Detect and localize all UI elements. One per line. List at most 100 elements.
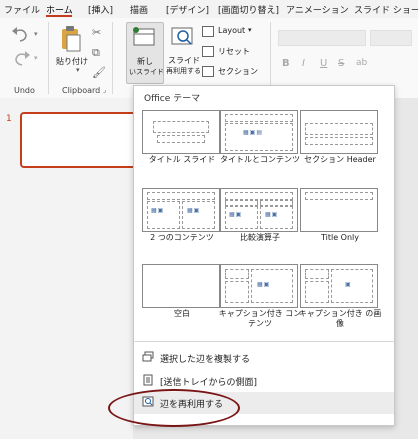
clipboard-group-label: Clipboard [62, 86, 101, 95]
layout-label: Layout [218, 26, 246, 35]
dialog-launcher-icon[interactable]: ⌟ [103, 86, 106, 94]
gallery-title: Office テーマ [144, 94, 201, 104]
group-separator [270, 22, 271, 94]
new-slide-gallery: Office テーマ タイトル スライド ▦▣▤ タイトルとコンテンツ セクショ… [133, 85, 395, 426]
duplicate-slides-icon [142, 351, 154, 362]
content-placeholder [225, 123, 293, 151]
undo-group-label: Undo [14, 86, 35, 95]
active-tab-indicator [46, 15, 72, 17]
new-slide-button[interactable]: 新し いスライド [126, 22, 164, 84]
title-placeholder [305, 269, 329, 279]
section-label: セクション [218, 67, 258, 76]
title-placeholder [225, 269, 249, 279]
layout-thumbnail: ▦▣ [220, 264, 298, 308]
text-placeholder [305, 281, 329, 303]
text-placeholder [305, 137, 373, 145]
strikethrough-button[interactable]: S [338, 58, 344, 69]
undo-icon [12, 27, 27, 42]
gallery-separator [134, 341, 394, 342]
layout-thumbnail: ▦▣ ▦▣ [220, 188, 298, 232]
ribbon-tabs: ファイル ホーム [挿入] 描画 [デザイン] [画面切り替え] アニメーション… [0, 0, 418, 18]
copy-icon[interactable]: ⧉ [92, 46, 100, 60]
reuse-slides-icon [171, 27, 193, 45]
group-separator [112, 22, 113, 94]
paste-label: 貼り付け [56, 57, 88, 66]
section-icon [202, 66, 214, 77]
font-name-dropdown[interactable] [278, 30, 366, 46]
outline-document-icon [143, 374, 153, 386]
redo-icon [15, 51, 30, 66]
menu-item-label: 選択した辺を複製する [160, 355, 251, 365]
content-icons: ▦▣ [257, 281, 271, 288]
content-icons: ▦▣ [229, 211, 243, 218]
new-slide-label: 新し [137, 57, 153, 66]
layout-label: Title Only [320, 233, 359, 242]
reuse-slides-button[interactable]: スライド 再利用する [166, 22, 201, 82]
layout-thumbnail [300, 110, 378, 154]
picture-icon: ▣ [345, 281, 352, 288]
reset-icon [202, 46, 214, 57]
tab-animations[interactable]: アニメーション [286, 3, 349, 16]
reuse-slides-label: スライド [168, 56, 200, 65]
layout-thumbnail: ▣ [300, 264, 378, 308]
redo-button[interactable] [10, 50, 32, 68]
tab-insert[interactable]: [挿入] [88, 3, 113, 16]
paste-icon [62, 26, 81, 52]
layout-button[interactable]: Layout ▾ [202, 26, 262, 40]
tab-draw[interactable]: 描画 [130, 3, 148, 16]
font-size-dropdown[interactable] [370, 30, 412, 46]
character-spacing-button[interactable]: ab [356, 58, 367, 68]
chevron-down-icon[interactable]: ▾ [34, 30, 38, 38]
highlight-annotation-oval [108, 389, 240, 427]
chevron-down-icon: ▾ [248, 26, 252, 34]
italic-button[interactable]: I [302, 58, 305, 69]
content-icons: ▦▣ [265, 211, 279, 218]
reuse-slides-label-2: 再利用する [166, 67, 201, 75]
layout-label: 2 つのコンテンツ [150, 233, 214, 242]
underline-button[interactable]: U [320, 58, 327, 69]
bold-button[interactable]: B [282, 58, 290, 69]
content-icons: ▦▣▤ [243, 129, 264, 136]
content-placeholder [182, 201, 215, 229]
subtitle-placeholder [157, 135, 205, 143]
layout-label: タイトルとコンテンツ [220, 155, 300, 164]
tab-slideshow[interactable]: スライド ショー [354, 3, 418, 16]
group-separator [48, 22, 49, 94]
layout-label: タイトル スライド [148, 155, 216, 164]
tab-design[interactable]: [デザイン] [166, 3, 209, 16]
slide-number: 1 [6, 114, 12, 124]
layout-thumbnail [142, 264, 220, 308]
title-placeholder [225, 114, 293, 122]
title-placeholder [153, 121, 209, 133]
content-icons: ▦▣ [187, 207, 201, 214]
reset-button[interactable]: リセット [202, 46, 262, 60]
title-placeholder [305, 123, 373, 135]
picture-placeholder [331, 269, 373, 303]
content-placeholder [147, 201, 180, 229]
layout-icon [202, 26, 214, 37]
layout-thumbnail: ▦▣▤ [220, 110, 298, 154]
layout-label: キャプション付き の画像 [298, 309, 382, 328]
layout-thumbnail: ▦▣ ▦▣ [142, 188, 220, 232]
chevron-down-icon[interactable]: ▾ [34, 54, 38, 62]
section-button[interactable]: セクション [202, 66, 262, 80]
duplicate-selected-slides-item[interactable]: 選択した辺を複製する [134, 347, 394, 369]
layout-label: 比較演算子 [240, 233, 280, 242]
paste-button[interactable]: 貼り付け ▾ [56, 24, 88, 78]
new-slide-icon [133, 27, 155, 46]
text-placeholder [225, 281, 249, 303]
new-slide-label-2: いスライド [129, 68, 164, 76]
layout-label: 空白 [174, 309, 190, 318]
title-placeholder [305, 192, 373, 200]
cut-icon[interactable]: ✂ [92, 26, 101, 39]
content-icons: ▦▣ [151, 207, 165, 214]
layout-thumbnail [142, 110, 220, 154]
slide-thumbnail[interactable] [20, 112, 136, 168]
title-placeholder [225, 192, 293, 200]
undo-button[interactable] [10, 26, 32, 44]
format-painter-icon[interactable]: 🖌 [92, 66, 106, 79]
title-placeholder [147, 192, 215, 200]
tab-file[interactable]: ファイル [4, 3, 40, 16]
layout-label: セクション Header [304, 155, 376, 164]
tab-transitions[interactable]: [画面切り替え] [218, 3, 279, 16]
